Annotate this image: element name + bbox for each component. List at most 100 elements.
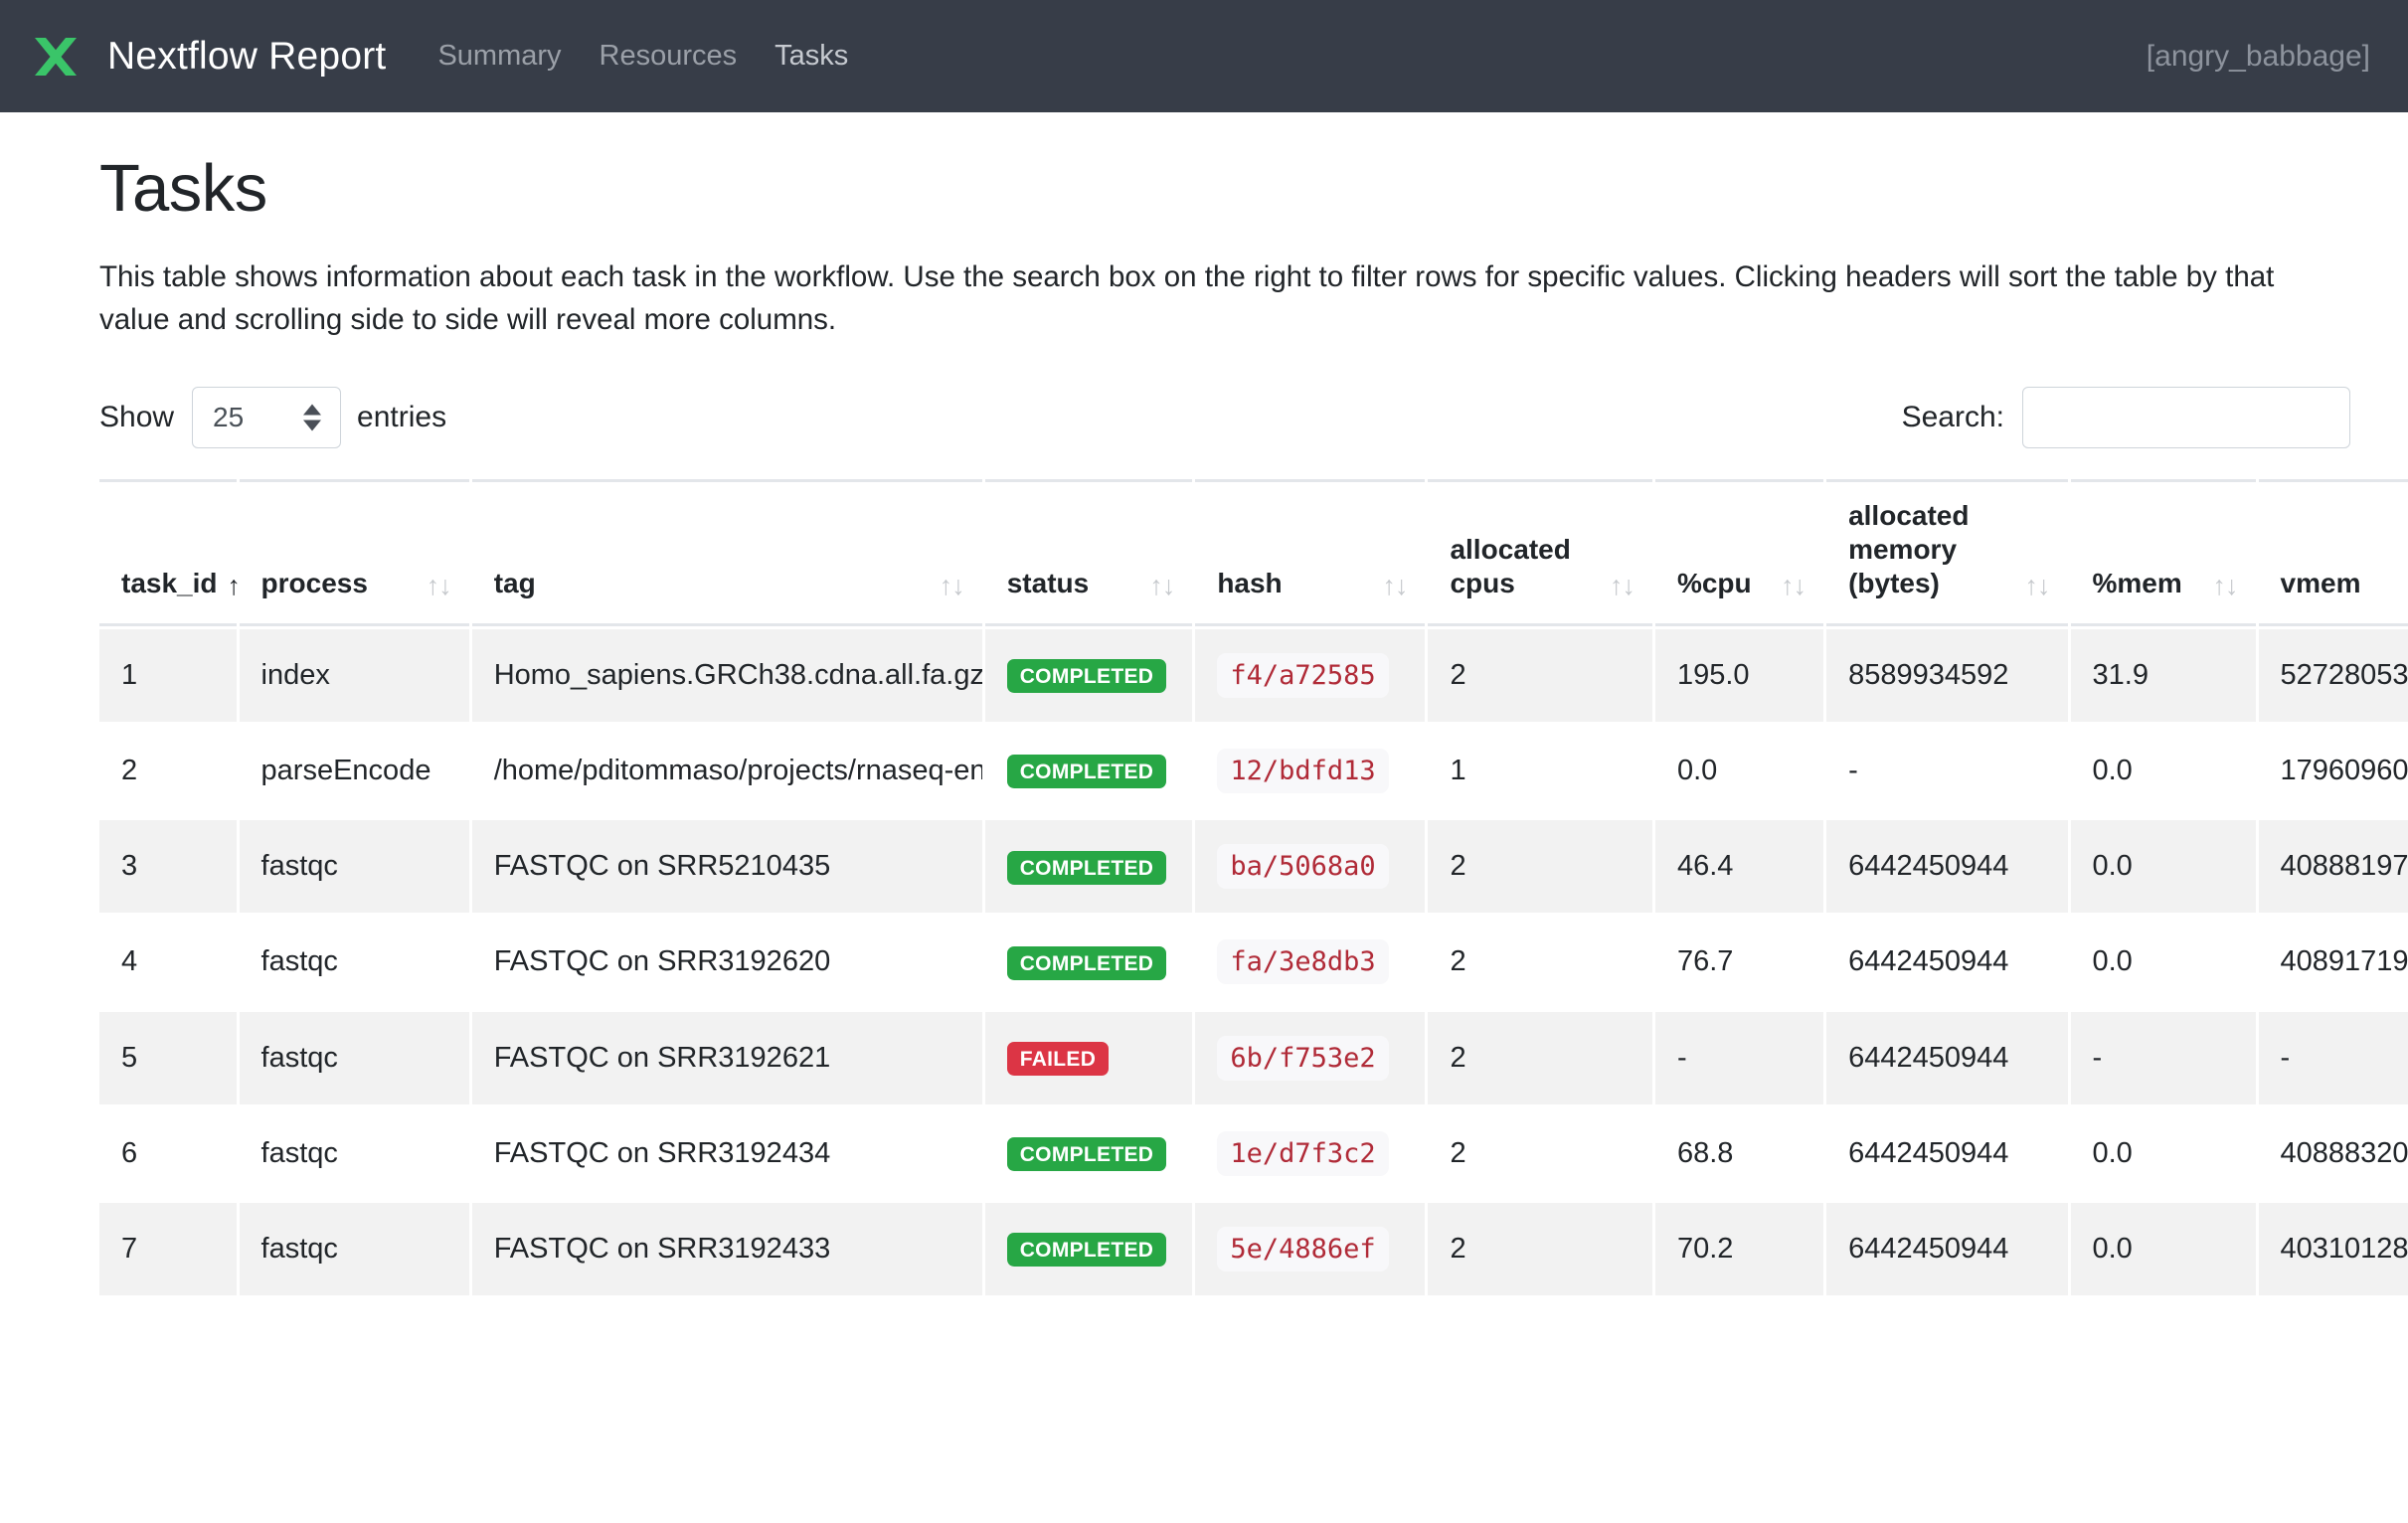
cell-pct-mem: 0.0 — [2071, 916, 2256, 1008]
status-badge: COMPLETED — [1007, 946, 1167, 980]
hash-code: fa/3e8db3 — [1217, 939, 1388, 984]
sort-arrows-icon: ↑↓ — [2213, 573, 2238, 601]
cell-status: COMPLETED — [985, 725, 1193, 817]
cell-pct-mem: 31.9 — [2071, 629, 2256, 722]
cell-vmem: - — [2259, 1012, 2408, 1104]
table-row[interactable]: 7 fastqc FASTQC on SRR3192433 COMPLETED … — [99, 1203, 2408, 1295]
status-badge: COMPLETED — [1007, 755, 1167, 788]
cell-allocated-cpus: 2 — [1428, 1107, 1652, 1200]
cell-task_id: 7 — [99, 1203, 237, 1295]
cell-allocated-cpus: 1 — [1428, 725, 1652, 817]
column-header-process[interactable]: process ↑↓ — [240, 479, 469, 626]
table-row[interactable]: 1 index Homo_sapiens.GRCh38.cdna.all.fa.… — [99, 629, 2408, 722]
cell-vmem: 4088832000 — [2259, 1107, 2408, 1200]
cell-process: fastqc — [240, 1012, 469, 1104]
column-header-task_id[interactable]: task_id ↑↓ — [99, 479, 237, 626]
cell-tag: /home/pditommaso/projects/rnaseq-encode-… — [472, 725, 982, 817]
cell-vmem: 5272805376 — [2259, 629, 2408, 722]
cell-pct-cpu: 68.8 — [1655, 1107, 1823, 1200]
column-header-allocated-cpus[interactable]: allocated cpus ↑↓ — [1428, 479, 1652, 626]
hash-code: f4/a72585 — [1217, 653, 1388, 698]
sort-arrows-icon: ↑↓ — [1382, 573, 1407, 601]
table-row[interactable]: 4 fastqc FASTQC on SRR3192620 COMPLETED … — [99, 916, 2408, 1008]
cell-pct-mem: 0.0 — [2071, 1203, 2256, 1295]
show-label: Show — [99, 401, 174, 434]
cell-allocated-memory: - — [1826, 725, 2067, 817]
cell-pct-mem: 0.0 — [2071, 820, 2256, 913]
nav-link-tasks[interactable]: Tasks — [774, 40, 848, 73]
column-header-hash[interactable]: hash ↑↓ — [1195, 479, 1425, 626]
table-row[interactable]: 2 parseEncode /home/pditommaso/projects/… — [99, 725, 2408, 817]
column-label-pct-cpu: %cpu — [1677, 567, 1752, 600]
cell-allocated-memory: 6442450944 — [1826, 916, 2067, 1008]
nav-links: Summary Resources Tasks — [437, 40, 848, 73]
sort-arrows-icon: ↑↓ — [1610, 573, 1634, 601]
status-badge: COMPLETED — [1007, 1233, 1167, 1267]
column-label-task_id: task_id — [121, 567, 218, 600]
cell-tag: FASTQC on SRR5210435 — [472, 820, 982, 913]
brand-title: Nextflow Report — [107, 35, 386, 79]
cell-process: fastqc — [240, 1203, 469, 1295]
cell-tag: Homo_sapiens.GRCh38.cdna.all.fa.gz — [472, 629, 982, 722]
cell-pct-cpu: 195.0 — [1655, 629, 1823, 722]
cell-status: COMPLETED — [985, 1107, 1193, 1200]
cell-status: FAILED — [985, 1012, 1193, 1104]
sort-arrows-icon: ↑↓ — [1149, 573, 1174, 601]
cell-allocated-cpus: 2 — [1428, 629, 1652, 722]
cell-tag: FASTQC on SRR3192434 — [472, 1107, 982, 1200]
cell-process: fastqc — [240, 1107, 469, 1200]
nextflow-x-logo-icon — [30, 31, 82, 83]
page-content: Tasks This table shows information about… — [0, 112, 2408, 1298]
cell-task_id: 2 — [99, 725, 237, 817]
entries-select[interactable]: 10 25 50 100 — [192, 387, 341, 448]
cell-vmem: 4089171968 — [2259, 916, 2408, 1008]
column-header-pct-mem[interactable]: %mem ↑↓ — [2071, 479, 2256, 626]
hash-code: 12/bdfd13 — [1217, 749, 1388, 793]
cell-task_id: 1 — [99, 629, 237, 722]
status-badge: COMPLETED — [1007, 851, 1167, 885]
table-controls: Show 10 25 50 100 entries Search: — [99, 387, 2350, 448]
status-badge: COMPLETED — [1007, 1137, 1167, 1171]
table-row[interactable]: 6 fastqc FASTQC on SRR3192434 COMPLETED … — [99, 1107, 2408, 1200]
brand-group[interactable]: Nextflow Report — [30, 31, 386, 83]
cell-allocated-memory: 6442450944 — [1826, 1107, 2067, 1200]
cell-pct-cpu: 70.2 — [1655, 1203, 1823, 1295]
nav-link-resources[interactable]: Resources — [600, 40, 738, 73]
tasks-table-scroll-container[interactable]: task_id ↑↓ process ↑↓ tag ↑↓ — [99, 476, 2408, 1298]
cell-pct-mem: - — [2071, 1012, 2256, 1104]
nav-link-summary[interactable]: Summary — [437, 40, 561, 73]
search-label: Search: — [1902, 401, 2004, 434]
cell-status: COMPLETED — [985, 629, 1193, 722]
column-header-tag[interactable]: tag ↑↓ — [472, 479, 982, 626]
status-badge: FAILED — [1007, 1042, 1109, 1076]
hash-code: 1e/d7f3c2 — [1217, 1131, 1388, 1176]
column-header-vmem[interactable]: vmem ↑↓ — [2259, 479, 2408, 626]
cell-pct-mem: 0.0 — [2071, 1107, 2256, 1200]
cell-task_id: 6 — [99, 1107, 237, 1200]
search-input[interactable] — [2022, 387, 2350, 448]
column-header-status[interactable]: status ↑↓ — [985, 479, 1193, 626]
column-label-tag: tag — [494, 567, 536, 600]
cell-allocated-memory: 6442450944 — [1826, 1012, 2067, 1104]
sort-arrows-icon: ↑↓ — [1781, 573, 1806, 601]
column-label-vmem: vmem — [2281, 567, 2361, 600]
cell-hash: 5e/4886ef — [1195, 1203, 1425, 1295]
cell-pct-cpu: 76.7 — [1655, 916, 1823, 1008]
cell-hash: 12/bdfd13 — [1195, 725, 1425, 817]
entries-select-wrap: 10 25 50 100 — [192, 387, 341, 448]
hash-code: 5e/4886ef — [1217, 1227, 1388, 1271]
cell-task_id: 5 — [99, 1012, 237, 1104]
cell-process: fastqc — [240, 820, 469, 913]
entries-label: entries — [357, 401, 446, 434]
column-header-allocated-memory[interactable]: allocated memory (bytes) ↑↓ — [1826, 479, 2067, 626]
run-name-label: [angry_babbage] — [2147, 40, 2370, 74]
cell-allocated-cpus: 2 — [1428, 1012, 1652, 1104]
table-row[interactable]: 3 fastqc FASTQC on SRR5210435 COMPLETED … — [99, 820, 2408, 913]
column-label-process: process — [261, 567, 368, 600]
cell-allocated-memory: 8589934592 — [1826, 629, 2067, 722]
sort-arrows-icon: ↑↓ — [427, 573, 451, 601]
table-row[interactable]: 5 fastqc FASTQC on SRR3192621 FAILED 6b/… — [99, 1012, 2408, 1104]
column-label-allocated-memory: allocated memory (bytes) — [1848, 499, 1969, 601]
column-header-pct-cpu[interactable]: %cpu ↑↓ — [1655, 479, 1823, 626]
cell-vmem: 17960960 — [2259, 725, 2408, 817]
